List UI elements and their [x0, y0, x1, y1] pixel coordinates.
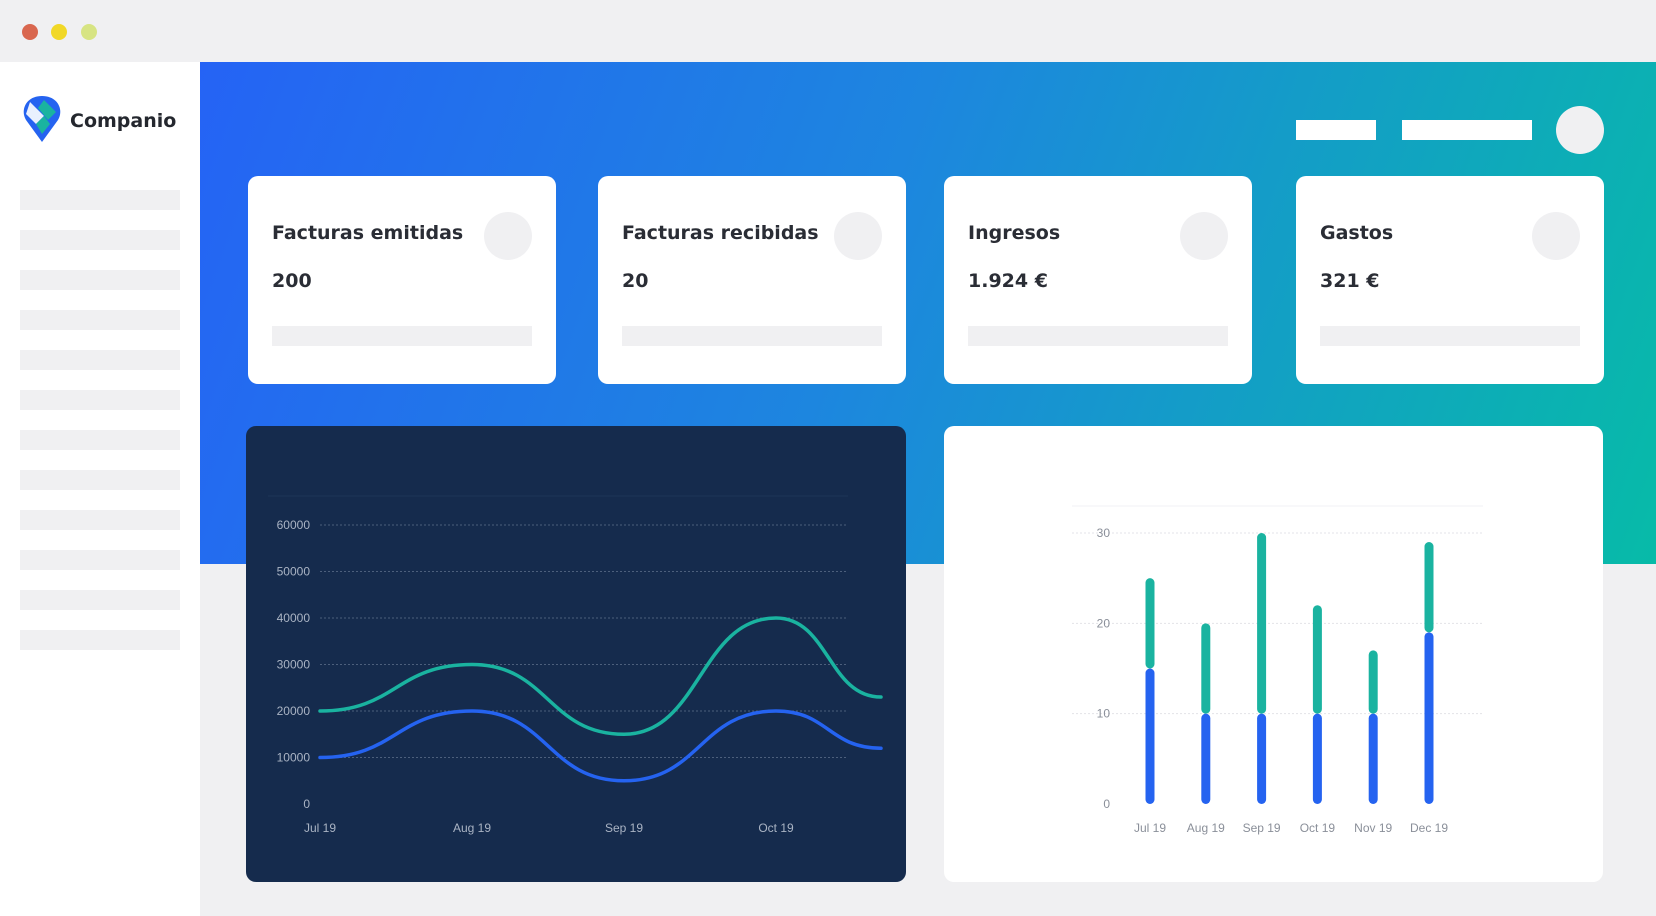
sidebar-item[interactable] — [20, 590, 180, 610]
x-tick-label: Sep 19 — [605, 821, 643, 835]
sidebar-item[interactable] — [20, 470, 180, 490]
bar-segment-teal — [1145, 578, 1155, 669]
y-tick-label: 0 — [1103, 797, 1110, 811]
stat-card-facturas-recibidas[interactable]: Facturas recibidas 20 — [598, 176, 906, 384]
bar-segment-blue — [1201, 713, 1211, 804]
sidebar-item[interactable] — [20, 190, 180, 210]
sidebar-item[interactable] — [20, 510, 180, 530]
sidebar-item[interactable] — [20, 550, 180, 570]
sidebar-item[interactable] — [20, 390, 180, 410]
brand-name: Companio — [70, 110, 177, 132]
y-tick-label: 30000 — [277, 658, 311, 672]
avatar[interactable] — [1556, 106, 1604, 154]
y-tick-label: 30 — [1097, 526, 1111, 540]
bar-segment-blue — [1312, 713, 1322, 804]
stat-card-icon — [1532, 212, 1580, 260]
bar-segment-blue — [1368, 713, 1378, 804]
y-tick-label: 10000 — [277, 751, 311, 765]
stat-card-title: Facturas recibidas — [622, 222, 819, 244]
x-tick-label: Aug 19 — [453, 821, 491, 835]
stat-card-title: Ingresos — [968, 222, 1061, 244]
sidebar-item[interactable] — [20, 310, 180, 330]
x-tick-label: Nov 19 — [1354, 821, 1392, 835]
sidebar-item[interactable] — [20, 270, 180, 290]
y-tick-label: 20000 — [277, 704, 311, 718]
y-tick-label: 0 — [303, 797, 310, 811]
line-chart: 0 10000 20000 30000 40000 50000 60000 Jul 19 Aug… — [268, 495, 883, 835]
stat-card-progress-bar — [968, 326, 1228, 346]
stat-card-value: 321 € — [1320, 270, 1380, 292]
x-tick-label: Sep 19 — [1243, 821, 1281, 835]
line-chart-panel: 0 10000 20000 30000 40000 50000 60000 Jul 19 Aug… — [246, 426, 906, 882]
stat-card-ingresos[interactable]: Ingresos 1.924 € — [944, 176, 1252, 384]
stat-card-icon — [1180, 212, 1228, 260]
stat-card-value: 20 — [622, 270, 649, 292]
bar-chart: 0 10 20 30 Jul 19 Aug 19 Sep 19 Oct 19 Nov 19 Dec… — [1072, 505, 1483, 835]
sidebar-item[interactable] — [20, 350, 180, 370]
stat-card-facturas-emitidas[interactable]: Facturas emitidas 200 — [248, 176, 556, 384]
bar-segment-teal — [1312, 605, 1322, 714]
header-link[interactable] — [1402, 120, 1532, 140]
stat-card-progress-bar — [272, 326, 532, 346]
y-tick-label: 50000 — [277, 565, 311, 579]
main-content: Facturas emitidas 200 Facturas recibidas… — [200, 62, 1656, 916]
window-titlebar — [0, 0, 1656, 62]
stat-card-progress-bar — [622, 326, 882, 346]
sidebar-item[interactable] — [20, 430, 180, 450]
stat-card-gastos[interactable]: Gastos 321 € — [1296, 176, 1604, 384]
x-tick-label: Oct 19 — [758, 821, 794, 835]
stat-card-value: 1.924 € — [968, 270, 1048, 292]
y-tick-label: 40000 — [277, 611, 311, 625]
x-tick-label: Aug 19 — [1187, 821, 1225, 835]
x-tick-label: Jul 19 — [1134, 821, 1166, 835]
bar-chart-panel: 0 10 20 30 Jul 19 Aug 19 Sep 19 Oct 19 Nov 19 Dec… — [944, 426, 1603, 882]
header-link[interactable] — [1296, 120, 1376, 140]
stat-card-title: Gastos — [1320, 222, 1394, 244]
bar-segment-teal — [1201, 623, 1211, 714]
stat-card-icon — [834, 212, 882, 260]
bar-segment-blue — [1424, 632, 1434, 804]
maximize-window-button[interactable] — [81, 24, 97, 40]
y-tick-label: 20 — [1097, 616, 1111, 630]
bar-segment-teal — [1257, 533, 1267, 714]
bar-segment-blue — [1257, 713, 1267, 804]
stat-card-progress-bar — [1320, 326, 1580, 346]
x-tick-label: Dec 19 — [1410, 821, 1448, 835]
minimize-window-button[interactable] — [51, 24, 67, 40]
x-tick-label: Jul 19 — [304, 821, 336, 835]
y-tick-label: 10 — [1097, 707, 1111, 721]
close-window-button[interactable] — [22, 24, 38, 40]
bar-segment-teal — [1368, 650, 1378, 714]
bar-segment-blue — [1145, 668, 1155, 804]
sidebar: Companio — [0, 62, 200, 916]
map-pin-logo-icon — [23, 96, 61, 142]
sidebar-item[interactable] — [20, 230, 180, 250]
stat-card-value: 200 — [272, 270, 312, 292]
sidebar-item[interactable] — [20, 630, 180, 650]
stat-card-title: Facturas emitidas — [272, 222, 464, 244]
series-line-teal — [318, 616, 883, 737]
x-tick-label: Oct 19 — [1300, 821, 1336, 835]
y-tick-label: 60000 — [277, 518, 311, 532]
series-line-blue — [318, 709, 883, 783]
stat-card-icon — [484, 212, 532, 260]
bar-segment-teal — [1424, 542, 1434, 633]
